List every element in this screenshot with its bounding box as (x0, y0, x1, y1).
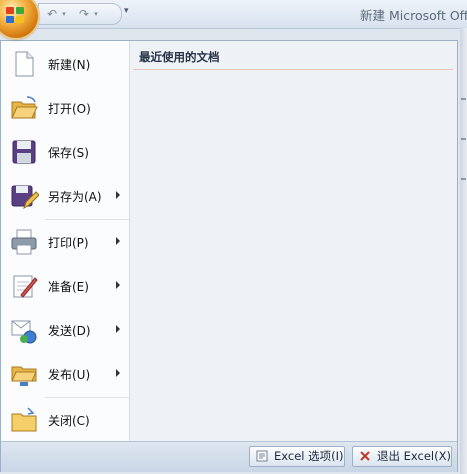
menu-item-label: 发布(U) (48, 368, 91, 382)
quick-access-toolbar: ↶ ▾ ↷ ▾ (38, 3, 122, 25)
options-icon (256, 450, 268, 462)
menu-item-publish[interactable]: 发布(U) (1, 353, 129, 395)
menu-item-save[interactable]: 保存(S) (1, 131, 129, 173)
exit-excel-label: 退出 Excel(X) (377, 449, 451, 463)
menu-item-label: 打印(P) (48, 236, 89, 250)
menu-item-label: 另存为(A) (48, 190, 102, 204)
title-bar: ↶ ▾ ↷ ▾ ▾ 新建 Microsoft Off (0, 0, 467, 29)
undo-dropdown-icon[interactable]: ▾ (60, 6, 68, 22)
office-button[interactable] (0, 0, 38, 38)
new-document-icon (15, 51, 34, 77)
close-icon (360, 451, 370, 461)
customize-icon[interactable]: ▾ (124, 6, 129, 16)
publish-icon (11, 366, 37, 386)
menu-item-label: 关闭(C) (48, 414, 90, 428)
menu-commands: 新建(N) 打开(O) 保存(S) 另存为(A) 打印(P) 准备(E) 发送(… (1, 41, 130, 441)
window-title: 新建 Microsoft Off (360, 8, 467, 23)
close-folder-icon (11, 407, 37, 432)
window-edge (460, 28, 467, 474)
menu-item-prepare[interactable]: 准备(E) (1, 265, 129, 307)
menu-item-label: 准备(E) (48, 280, 89, 294)
menu-item-close[interactable]: 关闭(C) (1, 399, 129, 441)
prepare-icon (13, 275, 38, 298)
submenu-arrow-icon (116, 281, 120, 289)
menu-item-save-as[interactable]: 另存为(A) (1, 175, 129, 217)
menu-item-label: 发送(D) (48, 324, 91, 338)
menu-item-label: 新建(N) (48, 58, 91, 72)
submenu-arrow-icon (116, 325, 120, 333)
menu-item-new[interactable]: 新建(N) (1, 43, 129, 85)
exit-excel-button[interactable]: 退出 Excel(X) (352, 446, 452, 467)
recent-header-divider (133, 69, 453, 70)
undo-icon[interactable]: ↶ (45, 6, 59, 22)
submenu-arrow-icon (116, 369, 120, 377)
send-icon (11, 320, 37, 344)
excel-options-label: Excel 选项(I) (274, 449, 344, 463)
open-folder-icon (11, 96, 38, 119)
printer-icon (11, 229, 37, 255)
redo-icon[interactable]: ↷ (77, 6, 91, 22)
menu-footer: Excel 选项(I) 退出 Excel(X) (1, 441, 457, 472)
office-logo-icon (6, 7, 26, 25)
recent-documents-pane: 最近使用的文档 (130, 41, 457, 441)
office-menu: 新建(N) 打开(O) 保存(S) 另存为(A) 打印(P) 准备(E) 发送(… (0, 40, 458, 472)
menu-item-print[interactable]: 打印(P) (1, 221, 129, 263)
menu-divider (45, 219, 129, 220)
excel-options-button[interactable]: Excel 选项(I) (249, 446, 345, 467)
menu-item-label: 打开(O) (48, 102, 91, 116)
submenu-arrow-icon (116, 237, 120, 245)
menu-item-label: 保存(S) (48, 146, 89, 160)
save-disk-icon (12, 140, 36, 164)
recent-documents-header: 最近使用的文档 (139, 50, 220, 64)
menu-item-send[interactable]: 发送(D) (1, 309, 129, 351)
redo-dropdown-icon[interactable]: ▾ (92, 6, 100, 22)
submenu-arrow-icon (116, 191, 120, 199)
menu-item-open[interactable]: 打开(O) (1, 87, 129, 129)
save-as-icon (11, 185, 39, 210)
menu-divider (45, 397, 129, 398)
